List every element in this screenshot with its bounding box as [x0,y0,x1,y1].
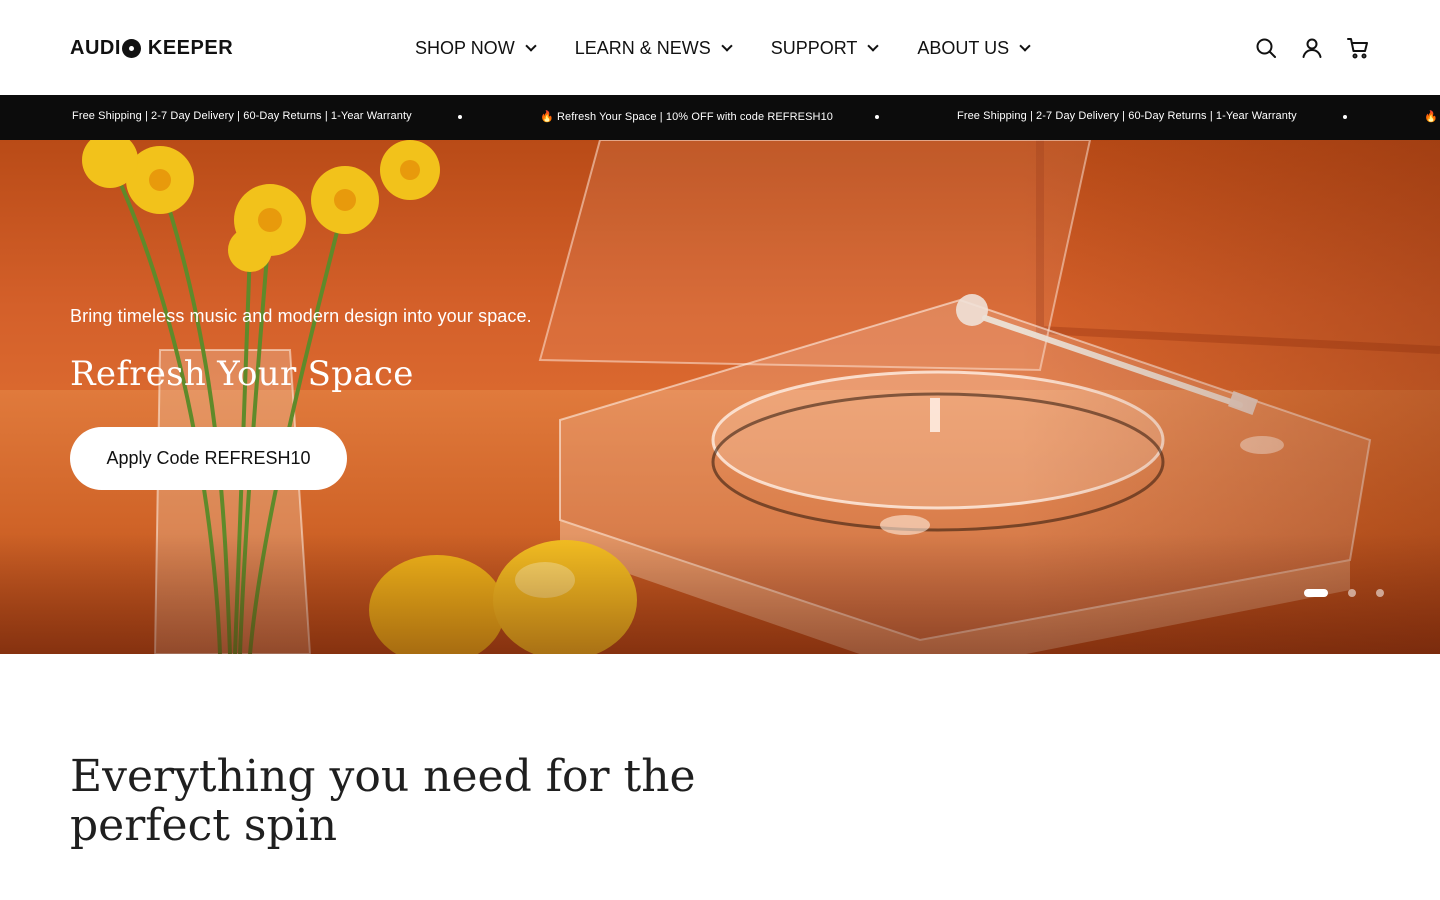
chevron-down-icon [867,40,880,52]
account-icon[interactable] [1300,36,1324,60]
hero-banner: Bring timeless music and modern design i… [0,140,1440,654]
audio-keeper-logo[interactable]: AUDI KEEPER [70,35,233,61]
chevron-down-icon [525,40,537,52]
nav-about-us[interactable]: ABOUT US [917,37,1031,59]
announcement-message: Free Shipping | 2-7 Day Delivery | 60-Da… [72,110,412,122]
slide-dot-1[interactable] [1304,589,1328,597]
vinyl-disc-icon [121,38,141,58]
slide-dot-3[interactable] [1376,589,1384,597]
logo-text-left: AUDI [70,36,121,59]
slide-pagination [1304,589,1384,597]
separator-dot [875,115,879,119]
nav-learn-news[interactable]: LEARN & NEWS [574,37,733,59]
separator-dot [458,115,462,119]
nav-label: SHOP NOW [415,37,515,58]
main-nav: SHOP NOW LEARN & NEWS SUPPORT ABOUT US [415,34,1069,62]
announcement-message: 🔥 [1424,111,1438,123]
hero-subtitle: Bring timeless music and modern design i… [70,306,532,326]
section-title: Everything you need for the perfect spin [70,751,696,851]
nav-shop-now[interactable]: SHOP NOW [415,37,537,59]
nav-label: SUPPORT [770,37,858,58]
search-icon[interactable] [1254,36,1278,60]
site-header: AUDI KEEPER SHOP NOW LEARN & NEWS SUPPOR… [0,0,1440,95]
nav-label: LEARN & NEWS [574,37,711,58]
slide-dot-2[interactable] [1348,589,1356,597]
nav-label: ABOUT US [917,37,1010,58]
hero-title: Refresh Your Space [70,354,414,394]
apply-code-button[interactable]: Apply Code REFRESH10 [70,427,347,490]
chevron-down-icon [721,40,733,52]
announcement-bar: Free Shipping | 2-7 Day Delivery | 60-Da… [0,95,1440,140]
cart-icon[interactable] [1346,36,1370,60]
logo-text-right: KEEPER [147,36,234,59]
hero-bottom-shade [0,534,1440,654]
header-icons [1232,36,1370,60]
separator-dot [1343,115,1347,119]
chevron-down-icon [1019,40,1031,52]
announcement-message: 🔥 Refresh Your Space | 10% OFF with code… [540,111,834,123]
announcement-message: Free Shipping | 2-7 Day Delivery | 60-Da… [957,110,1297,122]
nav-support[interactable]: SUPPORT [770,37,880,59]
